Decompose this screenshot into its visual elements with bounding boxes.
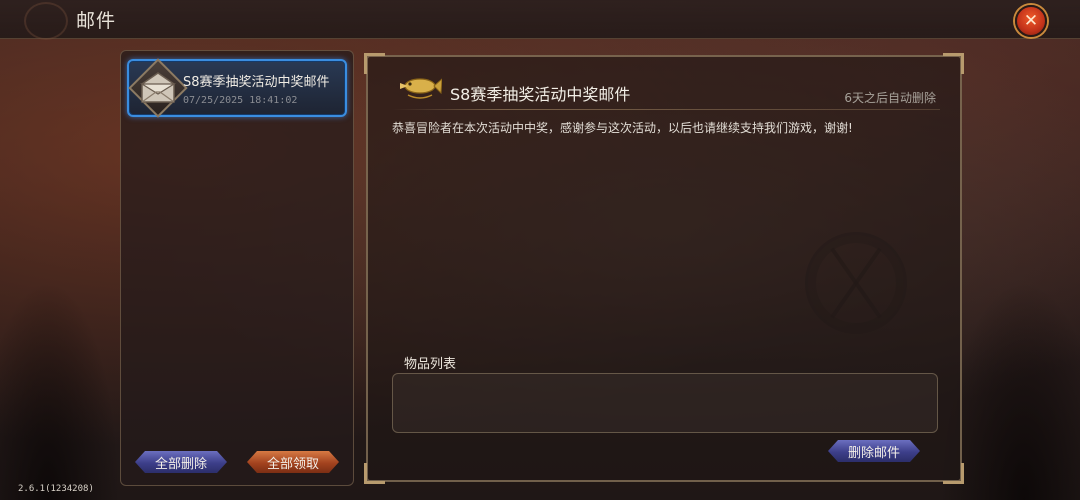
top-bar: 邮件 ✕ [0, 0, 1080, 40]
auto-delete-notice: 6天之后自动删除 [844, 91, 936, 105]
close-icon: ✕ [1023, 10, 1039, 31]
claim-all-button[interactable]: 全部领取 [247, 451, 339, 473]
mail-screen: 邮件 ✕ S8赛季抽奖活动中奖邮件 07/25/2025 18:41:02 全部… [0, 0, 1080, 500]
mail-date: 07/25/2025 18:41:02 [183, 95, 298, 106]
mail-detail-panel: S8赛季抽奖活动中奖邮件 6天之后自动删除 恭喜冒险者在本次活动中中奖，感谢参与… [364, 53, 964, 484]
mail-list-panel: S8赛季抽奖活动中奖邮件 07/25/2025 18:41:02 全部删除 全部… [120, 50, 354, 486]
background-tree [0, 280, 120, 500]
close-button[interactable]: ✕ [1015, 5, 1047, 37]
items-list-label: 物品列表 [404, 357, 457, 372]
items-list [392, 373, 938, 433]
panel-corner-ornament [943, 53, 964, 74]
mail-title: S8赛季抽奖活动中奖邮件 [450, 85, 631, 104]
panel-corner-ornament [943, 463, 964, 484]
panel-corner-ornament [364, 463, 385, 484]
mail-list-item[interactable]: S8赛季抽奖活动中奖邮件 07/25/2025 18:41:02 [127, 58, 347, 118]
panel-corner-ornament [364, 53, 385, 74]
airship-fish-icon [400, 78, 442, 99]
emblem-icon [24, 2, 68, 40]
version-label: 2.6.1(1234208) [18, 484, 94, 494]
page-title: 邮件 [76, 10, 117, 32]
divider [392, 109, 940, 110]
envelope-open-icon [139, 72, 177, 103]
mail-subject: S8赛季抽奖活动中奖邮件 [183, 75, 330, 90]
mail-body: 恭喜冒险者在本次活动中中奖，感谢参与这次活动，以后也请继续支持我们游戏，谢谢! [392, 121, 853, 135]
delete-all-button[interactable]: 全部删除 [135, 451, 227, 473]
delete-mail-button[interactable]: 删除邮件 [828, 440, 920, 462]
